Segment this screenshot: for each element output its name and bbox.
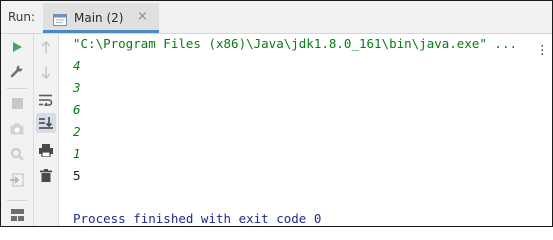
dump-threads-button[interactable] xyxy=(7,119,27,139)
command-line: "C:\Program Files (x86)\Java\jdk1.8.0_16… xyxy=(73,36,518,51)
wrench-icon xyxy=(10,65,23,78)
rerun-icon xyxy=(13,42,22,52)
toolbar-divider xyxy=(7,88,27,89)
output-line: 6 xyxy=(73,102,81,117)
exit-button[interactable] xyxy=(7,170,27,190)
clear-all-button[interactable] xyxy=(36,165,56,185)
settings-button[interactable] xyxy=(7,61,27,81)
trash-icon xyxy=(40,168,52,182)
stop-button[interactable] xyxy=(7,93,27,113)
output-line: 5 xyxy=(73,168,81,183)
debug-settings-icon xyxy=(10,147,24,161)
close-icon[interactable]: × xyxy=(137,10,148,24)
camera-icon xyxy=(10,123,24,135)
console-tab-icon xyxy=(53,11,67,30)
fold-marker-icon[interactable]: ⋮ xyxy=(536,42,549,58)
up-arrow-icon xyxy=(41,41,51,53)
output-line: 4 xyxy=(73,58,81,73)
tab-main[interactable]: Main (2) × xyxy=(43,3,159,33)
print-button[interactable] xyxy=(36,140,56,160)
output-line: 3 xyxy=(73,80,81,95)
console-toolbar xyxy=(34,34,59,226)
layout-button[interactable] xyxy=(7,205,27,225)
scroll-to-end-icon xyxy=(39,117,53,129)
layout-icon xyxy=(10,209,24,221)
console-output[interactable]: "C:\Program Files (x86)\Java\jdk1.8.0_16… xyxy=(59,34,552,226)
previous-occurrence-button[interactable] xyxy=(36,37,56,57)
run-label: Run: xyxy=(8,10,36,24)
tab-label: Main (2) xyxy=(74,11,124,25)
soft-wrap-button[interactable] xyxy=(36,90,56,110)
exit-message: Process finished with exit code 0 xyxy=(73,211,322,226)
rerun-button[interactable] xyxy=(7,37,27,57)
restore-layout-button[interactable] xyxy=(7,144,27,164)
print-icon xyxy=(39,143,53,157)
down-arrow-icon xyxy=(41,67,51,79)
run-toolbar xyxy=(1,34,34,226)
stop-icon xyxy=(11,97,23,109)
output-line: 1 xyxy=(73,146,81,161)
scroll-to-end-button[interactable] xyxy=(36,113,56,133)
output-line: 2 xyxy=(73,124,81,139)
toolbar-divider xyxy=(7,200,27,201)
exit-icon xyxy=(10,173,24,187)
next-occurrence-button[interactable] xyxy=(36,63,56,83)
run-tool-window: Run: Main (2) × "C:\Program Files (x86)\… xyxy=(0,0,553,227)
run-header: Run: Main (2) × xyxy=(1,1,552,34)
soft-wrap-icon xyxy=(39,94,53,106)
